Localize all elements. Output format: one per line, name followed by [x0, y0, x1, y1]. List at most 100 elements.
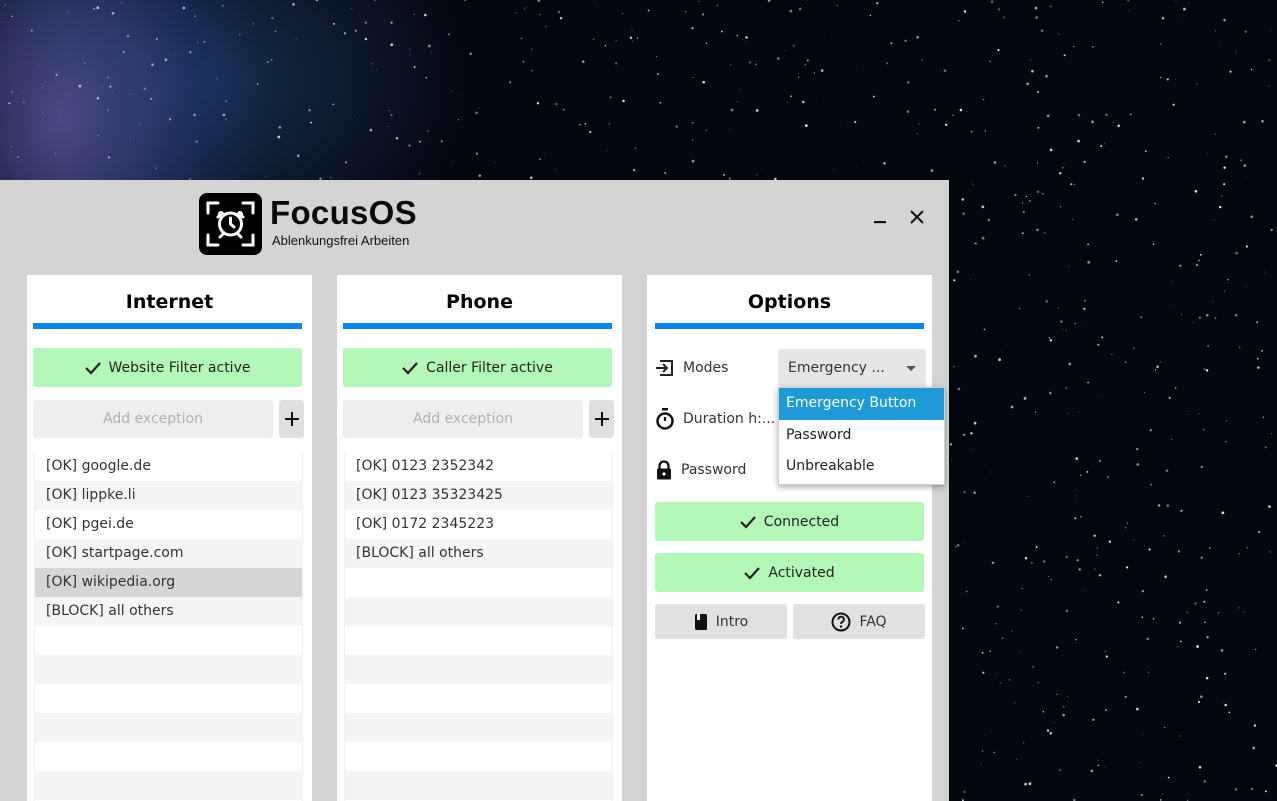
add-exception-input[interactable] — [33, 400, 273, 438]
star — [745, 36, 748, 39]
star — [1213, 300, 1214, 302]
connected-button[interactable]: Connected — [655, 502, 924, 541]
list-item[interactable]: [BLOCK] all others — [35, 597, 302, 626]
star — [1209, 547, 1211, 549]
star — [1154, 202, 1156, 205]
star — [1214, 30, 1216, 32]
faq-button[interactable]: FAQ — [793, 604, 925, 639]
star — [691, 122, 694, 124]
star — [155, 167, 157, 170]
star — [45, 58, 47, 60]
star — [1152, 243, 1155, 245]
modes-select[interactable]: Emergency ... — [778, 349, 926, 387]
star — [961, 627, 964, 630]
star — [973, 421, 977, 425]
star — [863, 160, 864, 162]
stopwatch-icon — [656, 408, 674, 430]
add-exception-button[interactable] — [589, 400, 614, 438]
star — [93, 7, 95, 10]
star — [1222, 701, 1224, 703]
star — [526, 6, 527, 8]
star — [194, 15, 196, 18]
modes-option[interactable]: Password — [779, 420, 944, 451]
star — [861, 66, 863, 68]
star — [1096, 554, 1098, 557]
star — [664, 171, 667, 174]
star — [1223, 183, 1226, 186]
modes-option[interactable]: Emergency Button — [779, 388, 944, 420]
star — [1171, 439, 1173, 440]
star — [17, 156, 19, 158]
star — [984, 130, 987, 132]
add-exception-button[interactable] — [279, 400, 304, 438]
star — [1165, 469, 1169, 472]
minimize-button[interactable] — [867, 204, 893, 230]
star — [1058, 769, 1062, 772]
star — [962, 542, 964, 543]
empty-list-row — [345, 655, 612, 684]
star — [310, 121, 312, 124]
star — [1008, 679, 1011, 681]
website-list[interactable]: [OK] google.de [OK] lippke.li [OK] pgei.de… — [34, 452, 303, 801]
caller-list[interactable]: [OK] 0123 2352342 [OK] 0123 35323425 [OK] … — [344, 452, 613, 801]
star — [636, 37, 639, 39]
list-item[interactable]: [OK] wikipedia.org — [35, 568, 302, 597]
star — [1040, 29, 1044, 32]
list-item[interactable]: [OK] pgei.de — [35, 510, 302, 539]
star — [1026, 82, 1029, 86]
star — [1097, 759, 1099, 761]
modes-option[interactable]: Unbreakable — [779, 451, 944, 482]
caller-filter-button[interactable]: Caller Filter active — [343, 348, 612, 387]
star — [364, 37, 368, 41]
star — [1049, 148, 1053, 152]
star — [1168, 304, 1170, 306]
star — [1261, 120, 1264, 123]
star — [883, 162, 886, 165]
star — [869, 14, 872, 16]
star — [55, 73, 58, 76]
star — [1065, 609, 1069, 613]
activated-button[interactable]: Activated — [655, 553, 924, 592]
minimize-icon — [874, 221, 886, 224]
list-item[interactable]: [OK] 0172 2345223 — [345, 510, 612, 539]
star — [389, 110, 391, 112]
list-item[interactable]: [OK] 0123 2352342 — [345, 452, 612, 481]
star — [989, 650, 991, 652]
star — [1264, 446, 1267, 449]
star — [274, 30, 277, 33]
star — [1144, 150, 1147, 153]
list-item[interactable]: [BLOCK] all others — [345, 539, 612, 568]
star — [691, 159, 695, 163]
intro-button[interactable]: Intro — [655, 604, 787, 639]
star — [604, 44, 607, 47]
star — [1157, 504, 1161, 507]
star — [836, 5, 838, 7]
star — [656, 56, 658, 57]
website-filter-button[interactable]: Website Filter active — [33, 348, 302, 387]
add-exception-input[interactable] — [343, 400, 583, 438]
list-item[interactable]: [OK] 0123 35323425 — [345, 481, 612, 510]
star — [1180, 314, 1182, 316]
star — [475, 111, 478, 114]
star — [11, 90, 14, 93]
star — [316, 0, 318, 2]
checkmark-icon — [744, 566, 761, 580]
list-item[interactable]: [OK] lippke.li — [35, 481, 302, 510]
star — [278, 126, 282, 129]
star — [797, 76, 800, 78]
close-button[interactable] — [904, 204, 930, 230]
list-item[interactable]: [OK] google.de — [35, 452, 302, 481]
star — [777, 57, 780, 60]
star — [1028, 782, 1032, 786]
star — [271, 16, 274, 20]
list-item[interactable]: [OK] startpage.com — [35, 539, 302, 568]
star — [1224, 703, 1227, 707]
star — [84, 62, 86, 65]
star — [1083, 299, 1087, 302]
star — [1186, 411, 1188, 412]
star — [622, 12, 624, 15]
star — [1140, 794, 1143, 796]
star — [426, 130, 429, 133]
star — [1199, 253, 1202, 256]
star — [1057, 307, 1060, 309]
